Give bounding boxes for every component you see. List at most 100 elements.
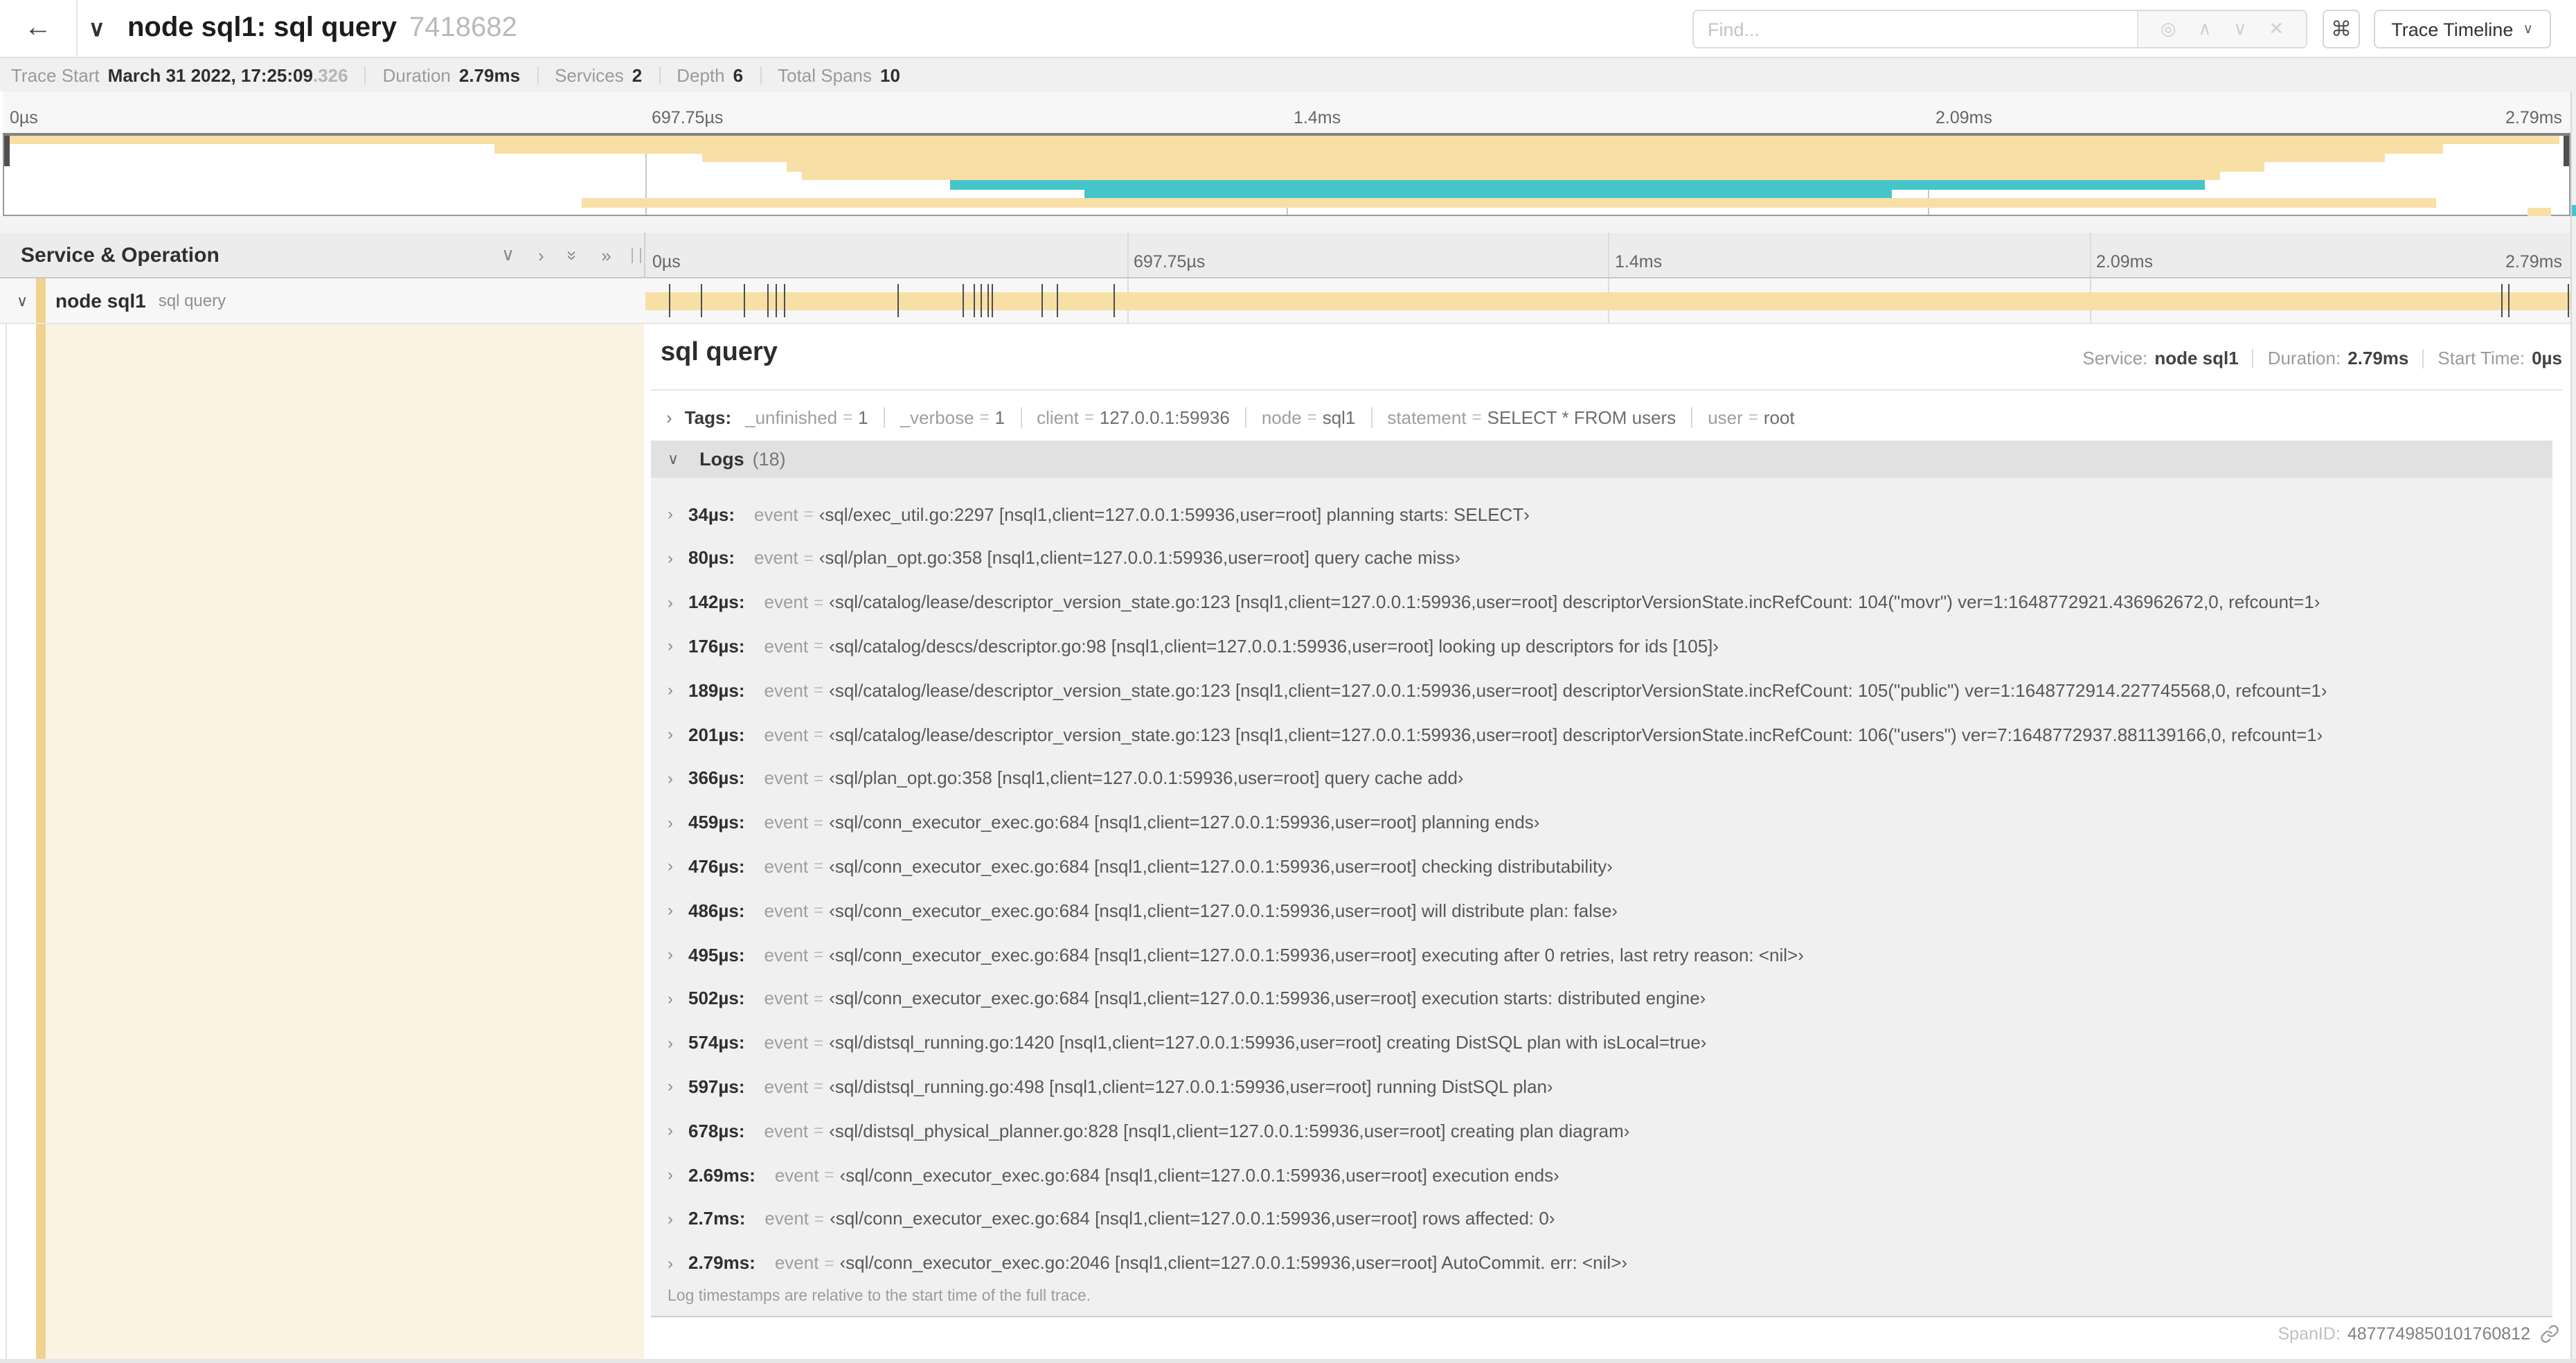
column-resizer-handle[interactable] [632, 248, 641, 263]
log-timestamp: 597µs: [688, 1076, 745, 1097]
trace-collapse-toggle[interactable]: ∨ [89, 0, 105, 57]
expand-all-icon[interactable]: » [601, 244, 611, 265]
keyboard-shortcuts-button[interactable]: ⌘ [2323, 10, 2360, 48]
divider [659, 66, 661, 84]
minimap-left-scrubber[interactable] [4, 136, 10, 166]
chevron-right-icon[interactable]: › [668, 504, 673, 524]
log-row[interactable]: › 2.69ms: event = ‹sql/conn_executor_exec.go… [651, 1154, 2552, 1195]
tag-equals: = [843, 407, 853, 427]
tag-item[interactable]: user = root [1708, 407, 1794, 427]
log-field-name: event [764, 855, 809, 877]
log-equals: = [814, 1076, 824, 1096]
chevron-right-icon[interactable]: › [668, 989, 673, 1008]
ruler-tick-label: 1.4ms [1615, 252, 1663, 271]
span-service-name[interactable]: node sql1 sql query [55, 278, 226, 323]
summary-value: 2.79ms [458, 64, 521, 85]
log-row[interactable]: › 597µs: event = ‹sql/distsql_running.go:498… [651, 1066, 2552, 1107]
back-button[interactable]: ← [0, 0, 78, 57]
chevron-right-icon[interactable]: › [668, 1077, 673, 1096]
tag-item[interactable]: client = 127.0.0.1:59936 [1037, 407, 1230, 427]
log-row[interactable]: › 495µs: event = ‹sql/conn_executor_exec.go:… [651, 934, 2552, 975]
start-time-label: Start Time: [2438, 348, 2525, 368]
chevron-right-icon[interactable]: › [668, 724, 673, 744]
chevron-right-icon[interactable]: › [668, 592, 673, 612]
chevron-right-icon[interactable]: › [668, 769, 673, 788]
log-row[interactable]: › 2.7ms: event = ‹sql/conn_executor_exec.go:… [651, 1198, 2552, 1240]
gutter-line [6, 324, 7, 1359]
chevron-right-icon[interactable]: › [668, 1033, 673, 1052]
divider [537, 66, 539, 84]
chevron-right-icon[interactable]: › [668, 1253, 673, 1272]
chevron-right-icon[interactable]: › [668, 1165, 673, 1184]
logs-header[interactable]: ∨ Logs (18) [651, 440, 2552, 478]
span-row[interactable]: ∨ node sql1 sql query [0, 278, 2576, 324]
tag-key: client [1037, 407, 1079, 427]
log-timestamp: 678µs: [688, 1120, 745, 1141]
minimap-right-scrubber[interactable] [2564, 136, 2569, 166]
minimap-canvas[interactable] [3, 133, 2570, 216]
expand-one-icon[interactable]: › [538, 244, 544, 265]
log-row[interactable]: › 176µs: event = ‹sql/catalog/descs/descript… [651, 625, 2552, 667]
log-row[interactable]: › 502µs: event = ‹sql/conn_executor_exec.go:… [651, 978, 2552, 1019]
log-row[interactable]: › 2.79ms: event = ‹sql/conn_executor_exec.go… [651, 1242, 2552, 1283]
log-row[interactable]: › 142µs: event = ‹sql/catalog/lease/descript… [651, 581, 2552, 623]
log-row[interactable]: › 459µs: event = ‹sql/conn_executor_exec.go:… [651, 801, 2552, 843]
log-row[interactable]: › 80µs: event = ‹sql/plan_opt.go:358 [nsql1,… [651, 537, 2552, 579]
chevron-right-icon[interactable]: › [668, 680, 673, 700]
chevron-right-icon[interactable]: › [668, 945, 673, 964]
page-scrollbar[interactable] [2570, 91, 2576, 1359]
log-row[interactable]: › 189µs: event = ‹sql/catalog/lease/descript… [651, 669, 2552, 711]
log-row[interactable]: › 34µs: event = ‹sql/exec_util.go:2297 [nsql… [651, 493, 2552, 535]
log-timestamp: 189µs: [688, 679, 745, 701]
service-label: Service: [2082, 348, 2148, 368]
log-row[interactable]: › 574µs: event = ‹sql/distsql_running.go:142… [651, 1022, 2552, 1063]
divider [651, 389, 2562, 391]
summary-value-suffix: .326 [312, 64, 348, 85]
timeline-gridline [1127, 233, 1128, 277]
tags-row[interactable]: › Tags: _unfinished = 1 _verbose = 1 client = 12… [666, 402, 1795, 432]
logs-footnote: Log timestamps are relative to the start… [668, 1288, 1091, 1305]
log-timestamp: 459µs: [688, 812, 745, 833]
log-row[interactable]: › 486µs: event = ‹sql/conn_executor_exec.go:… [651, 889, 2552, 931]
chevron-right-icon[interactable]: › [666, 407, 672, 427]
collapse-all-icon[interactable]: » [562, 250, 583, 260]
tags-label[interactable]: Tags: [685, 407, 731, 427]
link-icon[interactable] [2540, 1324, 2559, 1344]
trace-view-selector[interactable]: Trace Timeline ∨ [2373, 10, 2551, 48]
log-row[interactable]: › 366µs: event = ‹sql/plan_opt.go:358 [nsql1… [651, 758, 2552, 799]
log-marker-tick [962, 284, 964, 317]
chevron-right-icon[interactable]: › [668, 1209, 673, 1229]
tag-item[interactable]: node = sql1 [1262, 407, 1356, 427]
span-detail-panel: sql query Service: node sql1 Duration: 2… [644, 324, 2576, 1359]
collapse-one-icon[interactable]: ∨ [501, 244, 515, 266]
log-row[interactable]: › 201µs: event = ‹sql/catalog/lease/descript… [651, 713, 2552, 755]
match-target-icon[interactable]: ◎ [2161, 18, 2176, 40]
chevron-right-icon[interactable]: › [668, 636, 673, 656]
log-marker-tick [784, 284, 786, 317]
log-timestamp: 502µs: [688, 988, 745, 1009]
back-arrow-icon: ← [24, 12, 52, 43]
log-message: ‹sql/conn_executor_exec.go:2046 [nsql1,c… [839, 1252, 1628, 1274]
log-row[interactable]: › 476µs: event = ‹sql/conn_executor_exec.go:… [651, 846, 2552, 887]
chevron-right-icon[interactable]: › [668, 900, 673, 920]
log-equals: = [814, 856, 824, 876]
chevron-right-icon[interactable]: › [668, 1121, 673, 1140]
prev-match-icon[interactable]: ∧ [2198, 18, 2211, 40]
tag-item[interactable]: _verbose = 1 [900, 407, 1005, 427]
divider [1691, 407, 1693, 427]
chevron-down-icon[interactable]: ∨ [17, 278, 28, 323]
tag-item[interactable]: statement = SELECT * FROM users [1387, 407, 1676, 427]
find-input[interactable] [1694, 11, 2137, 47]
chevron-right-icon[interactable]: › [668, 812, 673, 832]
next-match-icon[interactable]: ∨ [2233, 18, 2246, 40]
chevron-right-icon[interactable]: › [668, 549, 673, 568]
ruler-tick-label: 2.79ms [2505, 252, 2562, 271]
log-marker-tick [1041, 284, 1043, 317]
log-row[interactable]: › 678µs: event = ‹sql/distsql_physical_plann… [651, 1110, 2552, 1151]
tag-item[interactable]: _unfinished = 1 [745, 407, 868, 427]
tag-equals: = [979, 407, 990, 427]
span-duration-bar[interactable] [645, 292, 2570, 310]
clear-find-icon[interactable]: ✕ [2269, 18, 2284, 40]
log-equals: = [814, 768, 824, 788]
chevron-right-icon[interactable]: › [668, 857, 673, 876]
